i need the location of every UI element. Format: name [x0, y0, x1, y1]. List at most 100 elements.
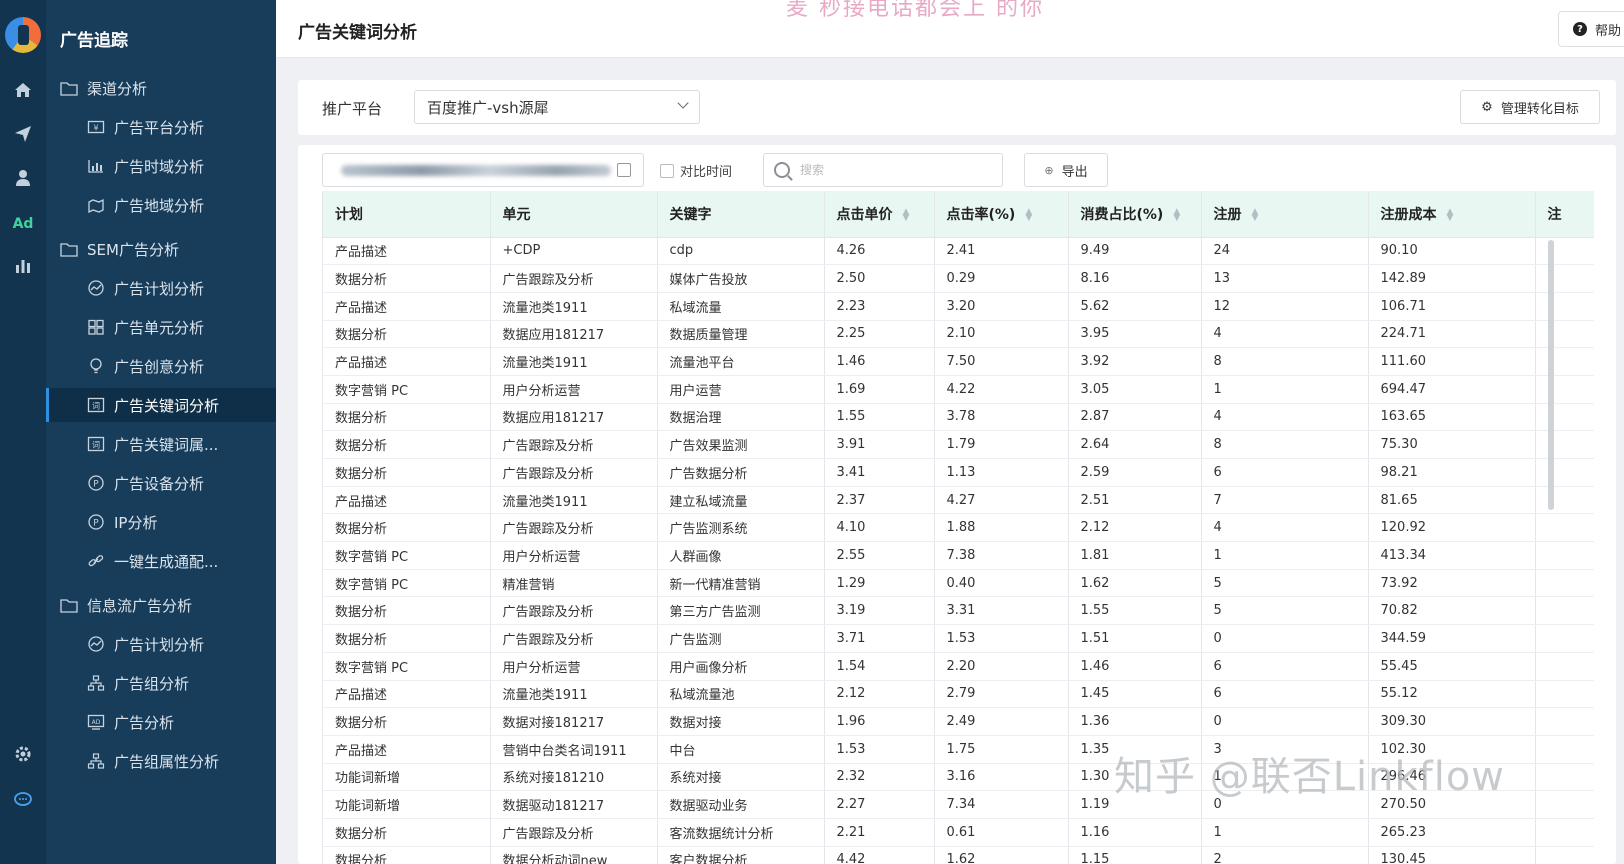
table-cell: 私域流量	[657, 292, 825, 321]
column-header-label: 单元	[502, 206, 531, 223]
sidebar-item-17[interactable]: 广告组属性分析	[46, 744, 276, 778]
help-button[interactable]: ? 帮助	[1558, 11, 1624, 47]
table-row[interactable]: 数据分析 广告跟踪及分析 广告监测系统 4.10 1.88 2.12 4 120.92	[323, 513, 1594, 543]
table-cell: 1.36	[1068, 707, 1202, 736]
sidebar-item-5[interactable]: 广告计划分析	[46, 271, 276, 305]
column-header[interactable]: 注	[1535, 191, 1594, 238]
sidebar-item-10[interactable]: P 广告设备分析	[46, 466, 276, 500]
checkbox[interactable]	[660, 163, 674, 178]
table-row[interactable]: 数据分析 广告跟踪及分析 广告数据分析 3.41 1.13 2.59 6 98.21	[323, 458, 1594, 487]
column-header[interactable]: 注册成本 ▲ ▼	[1368, 191, 1536, 238]
table-row[interactable]: 产品描述 流量池类1911 私域流量 2.23 3.20 5.62 12 106.71	[323, 292, 1594, 321]
table-row[interactable]: 数字营销 PC 用户分析运营 人群画像 2.55 7.38 1.81 1 413.34	[323, 541, 1594, 570]
sort-icon[interactable]: ▲ ▼	[1252, 207, 1259, 222]
table-row[interactable]: 数字营销 PC 用户分析运营 用户运营 1.69 4.22 3.05 1 694.47	[323, 375, 1594, 404]
table-cell: 8	[1201, 347, 1369, 376]
table-row[interactable]: 数据分析 广告跟踪及分析 第三方广告监测 3.19 3.31 1.55 5 70.82	[323, 596, 1594, 626]
sidebar-item-8[interactable]: 词 广告关键词分析	[46, 388, 276, 422]
table-row[interactable]: 数据分析 数据应用181217 数据质量管理 2.25 2.10 3.95 4 224.71	[323, 320, 1594, 349]
platform-select[interactable]: 百度推广-vsh源犀	[414, 90, 700, 124]
sidebar-item-6[interactable]: 广告单元分析	[46, 310, 276, 344]
trend-icon	[86, 279, 106, 297]
table-row[interactable]: 数据分析 广告跟踪及分析 客流数据统计分析 2.21 0.61 1.16 1 265.23	[323, 818, 1594, 847]
column-header[interactable]: 消费占比(%) ▲ ▼	[1068, 191, 1202, 238]
date-range-picker[interactable]	[322, 153, 644, 187]
table-row[interactable]: 产品描述 流量池类1911 流量池平台 1.46 7.50 3.92 8 111.60	[323, 347, 1594, 376]
column-header[interactable]: 关键字	[657, 191, 825, 238]
search-box[interactable]	[763, 153, 1003, 187]
table-scrollbar[interactable]	[1548, 240, 1554, 510]
sidebar-item-4[interactable]: SEM广告分析	[46, 232, 276, 266]
sidebar-item-0[interactable]: 渠道分析	[46, 71, 276, 105]
sidebar-item-11[interactable]: P IP分析	[46, 505, 276, 539]
home-icon[interactable]	[0, 80, 46, 106]
table-cell: 1.62	[1068, 569, 1202, 598]
table-row[interactable]: 数据分析 广告跟踪及分析 广告监测 3.71 1.53 1.51 0 344.59	[323, 624, 1594, 653]
sidebar-item-9[interactable]: 词 广告关键词属...	[46, 427, 276, 461]
table-row[interactable]: 数据分析 数据分析动词new 客户数据分析 4.42 1.62 1.15 2 130.45	[323, 846, 1594, 864]
table-cell: 344.59	[1368, 624, 1536, 653]
table-cell: 2.12	[1068, 513, 1202, 543]
table-cell: 2.20	[934, 652, 1069, 681]
sort-icon[interactable]: ▲ ▼	[903, 207, 910, 222]
table-row[interactable]: 产品描述 流量池类1911 私域流量池 2.12 2.79 1.45 6 55.12	[323, 680, 1594, 709]
table-cell: 2.21	[824, 818, 935, 847]
table-cell: 8	[1201, 430, 1369, 459]
table-cell: 3.20	[934, 292, 1069, 321]
table-cell	[1535, 541, 1594, 570]
table-cell: 1.46	[1068, 652, 1202, 681]
column-header[interactable]: 单元	[490, 191, 658, 238]
sidebar-item-15[interactable]: 广告组分析	[46, 666, 276, 700]
sidebar-item-2[interactable]: 广告时域分析	[46, 149, 276, 183]
sort-icon[interactable]: ▲ ▼	[1447, 207, 1454, 222]
table-row[interactable]: 数字营销 PC 用户分析运营 用户画像分析 1.54 2.20 1.46 6 55.45	[323, 652, 1594, 681]
table-cell: 产品描述	[323, 680, 491, 709]
table-row[interactable]: 数据分析 数据对接181217 数据对接 1.96 2.49 1.36 0 309.30	[323, 707, 1594, 736]
user-icon[interactable]	[0, 168, 46, 194]
chat-icon[interactable]	[0, 790, 46, 816]
sort-icon[interactable]: ▲ ▼	[1173, 207, 1180, 222]
send-icon[interactable]	[0, 124, 46, 150]
table-cell	[1535, 763, 1594, 792]
table-row[interactable]: 数据分析 广告跟踪及分析 广告效果监测 3.91 1.79 2.64 8 75.30	[323, 430, 1594, 459]
table-cell: 3.16	[934, 763, 1069, 792]
table-cell: 70.82	[1368, 596, 1536, 626]
export-button[interactable]: ⊕ 导出	[1024, 153, 1108, 187]
table-cell: 中台	[657, 735, 825, 764]
table-cell: 数字营销 PC	[323, 569, 491, 598]
table-cell: 1.81	[1068, 541, 1202, 570]
sidebar-item-7[interactable]: 广告创意分析	[46, 349, 276, 383]
sidebar-item-3[interactable]: 广告地域分析	[46, 188, 276, 222]
ad-icon[interactable]: Ad	[0, 212, 46, 236]
compare-time-checkbox[interactable]: 对比时间	[660, 161, 732, 180]
table-row[interactable]: 数据分析 数据应用181217 数据治理 1.55 3.78 2.87 4 163.65	[323, 403, 1594, 432]
column-header-label: 关键字	[669, 206, 712, 223]
sidebar-item-12[interactable]: 一键生成通配...	[46, 544, 276, 578]
column-header[interactable]: 点击率(%) ▲ ▼	[934, 191, 1069, 238]
question-icon: ?	[1573, 22, 1587, 36]
table-cell	[1535, 569, 1594, 598]
sidebar-item-1[interactable]: ¥ 广告平台分析	[46, 110, 276, 144]
sidebar-item-16[interactable]: AD 广告分析	[46, 705, 276, 739]
sort-icon[interactable]: ▲ ▼	[1025, 207, 1032, 222]
column-header[interactable]: 计划	[323, 191, 491, 238]
table-row[interactable]: 产品描述 流量池类1911 建立私域流量 2.37 4.27 2.51 7 81.65	[323, 486, 1594, 515]
gear-icon[interactable]	[0, 744, 46, 770]
table-header-row: 计划 单元 关键字 点击单价 ▲ ▼ 点击率(%) ▲ ▼ 消费占比(%) ▲ ▼ 注册 ▲ ▼ 注册成本 ▲ ▼…	[323, 191, 1594, 238]
table-row[interactable]: 数字营销 PC 精准营销 新一代精准营销 1.29 0.40 1.62 5 73.92	[323, 569, 1594, 598]
table-cell	[1535, 486, 1594, 515]
table-row[interactable]: 产品描述 +CDP cdp 4.26 2.41 9.49 24 90.10	[323, 237, 1594, 266]
table-cell: 客户数据分析	[657, 846, 825, 864]
table-row[interactable]: 数据分析 广告跟踪及分析 媒体广告投放 2.50 0.29 8.16 13 142.89	[323, 264, 1594, 293]
sidebar-item-13[interactable]: 信息流广告分析	[46, 588, 276, 622]
search-input[interactable]	[800, 163, 980, 177]
column-header[interactable]: 注册 ▲ ▼	[1201, 191, 1369, 238]
table-cell: 2	[1201, 846, 1369, 864]
column-header[interactable]: 点击单价 ▲ ▼	[824, 191, 935, 238]
manage-conversion-goal-button[interactable]: ⚙ 管理转化目标	[1460, 90, 1600, 124]
table-cell: 3.41	[824, 458, 935, 487]
sidebar-item-14[interactable]: 广告计划分析	[46, 627, 276, 661]
table-cell: 0.40	[934, 569, 1069, 598]
table-cell: 1.53	[824, 735, 935, 764]
bar-chart-icon[interactable]	[0, 256, 46, 282]
